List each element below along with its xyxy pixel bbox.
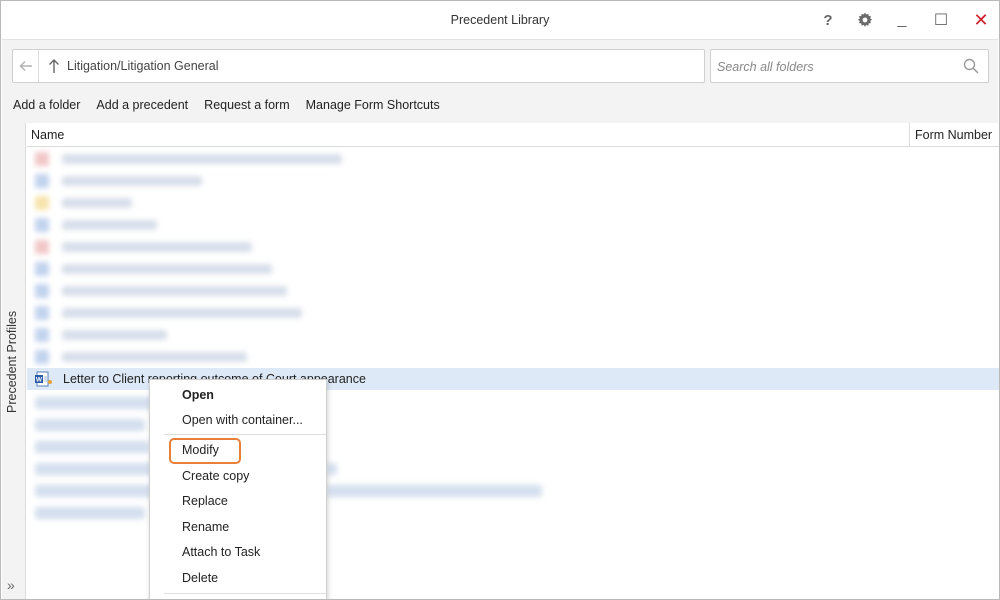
precedent-profiles-panel[interactable]: Precedent Profiles » [2, 123, 26, 599]
expand-panel-icon[interactable]: » [7, 577, 15, 593]
menu-separator [164, 593, 326, 594]
menu-item-open[interactable]: Open [182, 388, 214, 402]
gear-icon [857, 12, 873, 27]
list-item[interactable] [27, 170, 999, 192]
toolbar-band: Litigation/Litigation General Add a fold… [2, 39, 998, 123]
menu-item-attach-to-task[interactable]: Attach to Task [182, 545, 260, 559]
search-input[interactable] [717, 57, 952, 77]
help-button[interactable]: ? [813, 7, 843, 33]
list-item[interactable] [27, 280, 999, 302]
list-item[interactable] [27, 258, 999, 280]
menu-item-rename[interactable]: Rename [182, 520, 229, 534]
list-item[interactable] [27, 192, 999, 214]
column-header: Name Form Number [27, 123, 999, 147]
menu-item-open-with-container[interactable]: Open with container... [182, 413, 303, 427]
add-folder-link[interactable]: Add a folder [13, 98, 80, 112]
manage-form-shortcuts-link[interactable]: Manage Form Shortcuts [306, 98, 440, 112]
settings-button[interactable] [850, 7, 880, 33]
svg-text:W: W [36, 377, 43, 384]
arrow-left-icon [19, 61, 32, 71]
title-bar: Precedent Library ? _ ☐ ✕ [1, 1, 999, 39]
back-button[interactable] [13, 50, 39, 82]
column-name-header[interactable]: Name [31, 128, 64, 142]
maximize-button[interactable]: ☐ [926, 7, 956, 33]
list-item[interactable] [27, 324, 999, 346]
arrow-up-icon [49, 59, 59, 73]
status-dot-icon [48, 380, 52, 384]
precedent-library-window: Precedent Library ? _ ☐ ✕ Litigation/Lit… [0, 0, 1000, 600]
minimize-button[interactable]: _ [887, 7, 917, 33]
search-icon[interactable] [962, 57, 980, 75]
menu-item-delete[interactable]: Delete [182, 571, 218, 585]
maximize-icon: ☐ [933, 12, 949, 29]
path-bar: Litigation/Litigation General [12, 49, 705, 83]
add-precedent-link[interactable]: Add a precedent [96, 98, 188, 112]
close-button[interactable]: ✕ [966, 7, 996, 33]
list-item[interactable] [27, 214, 999, 236]
word-document-icon: W [35, 371, 49, 387]
folder-path[interactable]: Litigation/Litigation General [67, 59, 219, 73]
minimize-icon: _ [897, 11, 907, 28]
list-item[interactable] [27, 302, 999, 324]
search-box [710, 49, 989, 83]
column-form-number-header[interactable]: Form Number [909, 123, 999, 146]
list-item[interactable] [27, 148, 999, 170]
help-icon: ? [823, 11, 833, 29]
close-icon: ✕ [973, 9, 989, 30]
context-menu: Open Open with container... Modify Creat… [149, 379, 327, 599]
up-folder-button[interactable] [44, 50, 64, 82]
list-item[interactable] [27, 346, 999, 368]
menu-item-replace[interactable]: Replace [182, 494, 228, 508]
action-links: Add a folder Add a precedent Request a f… [13, 98, 456, 112]
list-item[interactable] [27, 236, 999, 258]
request-form-link[interactable]: Request a form [204, 98, 289, 112]
precedent-profiles-label: Precedent Profiles [5, 310, 19, 413]
menu-separator [164, 434, 326, 435]
menu-item-modify[interactable]: Modify [182, 443, 219, 457]
menu-item-create-copy[interactable]: Create copy [182, 469, 249, 483]
